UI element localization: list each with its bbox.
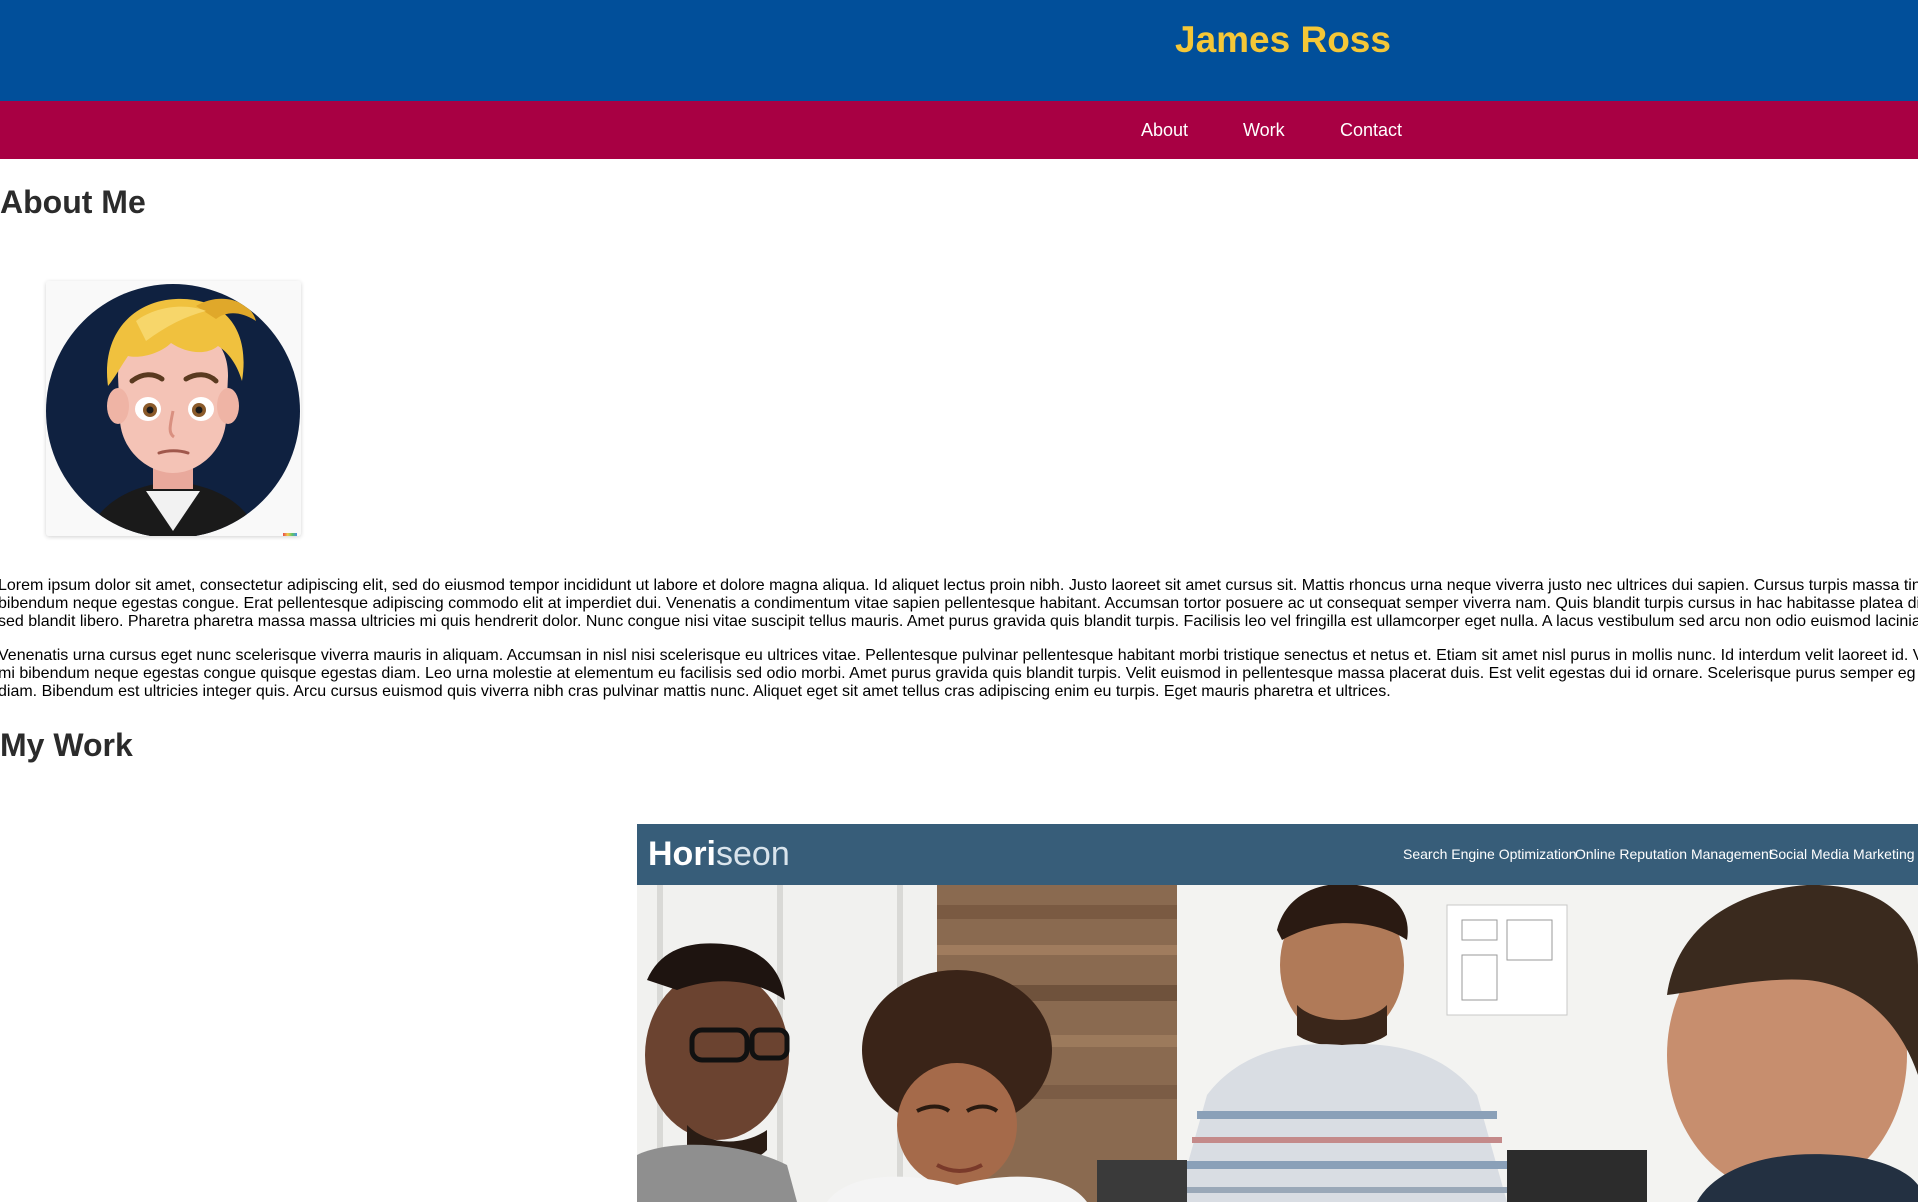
site-title: James Ross — [1175, 19, 1391, 60]
about-heading: About Me — [0, 184, 146, 220]
project-nav-seo: Search Engine Optimization — [1403, 846, 1577, 862]
team-meeting-photo-icon — [637, 885, 1918, 1202]
nav-link-work[interactable]: Work — [1243, 101, 1285, 159]
project-brand-main: Hori — [648, 835, 716, 873]
avatar-portrait-icon — [46, 281, 301, 536]
about-paragraph-2-line-3: diam. Bibendum est ultricies integer qui… — [0, 683, 1391, 700]
about-paragraph-2-line-1: Venenatis urna cursus eget nunc sceleris… — [0, 647, 1918, 664]
about-paragraph-2-line-2: mi bibendum neque egestas congue quisque… — [0, 665, 1916, 682]
nav-link-contact[interactable]: Contact — [1340, 101, 1402, 159]
project-nav-orm: Online Reputation Management — [1575, 846, 1773, 862]
avatar-corner-strip — [283, 533, 297, 536]
project-brand-accent: seon — [716, 835, 790, 873]
project-preview-header: Horiseon Search Engine Optimization Onli… — [637, 824, 1918, 885]
avatar-image — [46, 281, 301, 536]
nav-link-about[interactable]: About — [1141, 101, 1188, 159]
about-paragraph-1: Lorem ipsum dolor sit amet, consectetur … — [0, 577, 1918, 631]
project-brand-logo: Horiseon — [648, 834, 790, 874]
about-paragraph-2: Venenatis urna cursus eget nunc sceleris… — [0, 647, 1918, 701]
about-paragraph-1-line-2: bibendum neque egestas congue. Erat pell… — [0, 595, 1918, 612]
about-paragraph-1-line-1: Lorem ipsum dolor sit amet, consectetur … — [0, 577, 1918, 594]
work-heading: My Work — [0, 727, 133, 763]
about-paragraph-1-line-3: sed blandit libero. Pharetra pharetra ma… — [0, 613, 1918, 630]
project-preview-card[interactable]: Horiseon Search Engine Optimization Onli… — [637, 824, 1918, 1202]
site-header: James Ross — [0, 0, 1918, 101]
project-nav-smm: Social Media Marketing — [1769, 846, 1915, 862]
main-nav: About Work Contact — [0, 101, 1918, 159]
